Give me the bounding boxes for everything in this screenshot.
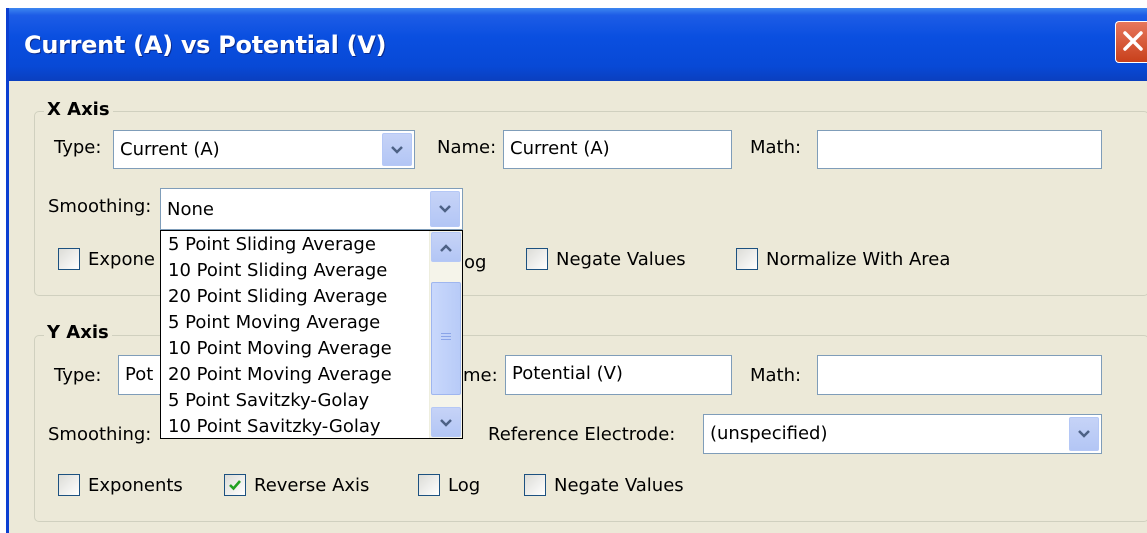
y-negate-label: Negate Values — [554, 475, 684, 496]
smoothing-option[interactable]: 5 Point Savitzky-Golay — [168, 390, 369, 411]
scroll-up-button[interactable] — [431, 232, 461, 262]
y-axis-legend: Y Axis — [44, 322, 112, 343]
smoothing-option[interactable]: 20 Point Sliding Average — [168, 286, 387, 307]
x-smoothing-label: Smoothing: — [48, 196, 152, 217]
close-button[interactable] — [1115, 21, 1147, 63]
smoothing-option[interactable]: 10 Point Sliding Average — [168, 260, 387, 281]
y-math-label: Math: — [750, 365, 802, 386]
x-normalize-checkbox[interactable] — [736, 248, 758, 270]
x-math-field[interactable] — [817, 130, 1102, 169]
y-smoothing-label: Smoothing: — [48, 424, 152, 445]
y-log-checkbox[interactable] — [418, 474, 440, 496]
x-name-field[interactable]: Current (A) — [503, 130, 732, 169]
scrollbar-thumb[interactable] — [431, 282, 461, 395]
x-negate-checkbox[interactable] — [526, 248, 548, 270]
smoothing-option[interactable]: 5 Point Moving Average — [168, 312, 380, 333]
smoothing-option[interactable]: 5 Point Sliding Average — [168, 234, 376, 255]
scroll-down-button[interactable] — [431, 407, 461, 437]
x-name-label: Name: — [437, 137, 497, 158]
y-reverse-checkbox[interactable] — [224, 474, 246, 496]
y-exponents-checkbox[interactable] — [58, 474, 80, 496]
x-smoothing-dropdown-button[interactable] — [430, 191, 460, 227]
y-exponents-label: Exponents — [88, 475, 183, 496]
chevron-down-icon — [1078, 430, 1090, 438]
title-bar[interactable]: Current (A) vs Potential (V) — [9, 8, 1147, 81]
checkmark-icon — [229, 480, 241, 491]
x-type-value: Current (A) — [120, 139, 220, 160]
chevron-down-icon — [391, 145, 403, 154]
close-icon — [1123, 31, 1143, 51]
y-type-label: Type: — [54, 365, 102, 386]
y-name-field[interactable]: Potential (V) — [505, 355, 732, 395]
reference-electrode-value: (unspecified) — [710, 423, 828, 444]
chevron-up-icon — [440, 244, 452, 252]
smoothing-option[interactable]: 20 Point Moving Average — [168, 364, 392, 385]
x-axis-legend: X Axis — [44, 99, 113, 120]
y-log-label: Log — [448, 475, 481, 496]
x-normalize-label: Normalize With Area — [766, 249, 951, 270]
window-title: Current (A) vs Potential (V) — [24, 31, 387, 59]
x-smoothing-select[interactable]: None — [160, 188, 463, 230]
x-type-select[interactable]: Current (A) — [113, 130, 415, 169]
x-exponents-label: Expone — [88, 249, 155, 270]
x-type-label: Type: — [54, 137, 102, 158]
x-smoothing-value: None — [167, 199, 214, 220]
y-name-label: me: — [463, 365, 498, 386]
chevron-down-icon — [440, 419, 452, 427]
y-math-field[interactable] — [817, 355, 1102, 395]
smoothing-dropdown-list[interactable]: 5 Point Sliding Average 10 Point Sliding… — [160, 230, 463, 439]
grip-icon — [441, 333, 451, 343]
y-type-value: Pot — [125, 364, 154, 385]
reference-electrode-select[interactable]: (unspecified) — [703, 414, 1102, 454]
x-negate-label: Negate Values — [556, 249, 686, 270]
reference-electrode-dropdown-button[interactable] — [1069, 417, 1099, 451]
chevron-down-icon — [439, 205, 451, 213]
y-negate-checkbox[interactable] — [524, 474, 546, 496]
x-type-dropdown-button[interactable] — [382, 133, 412, 166]
smoothing-option[interactable]: 10 Point Moving Average — [168, 338, 392, 359]
reference-electrode-label: Reference Electrode: — [488, 424, 676, 445]
x-log-label: og — [464, 252, 487, 273]
x-math-label: Math: — [750, 137, 802, 158]
x-exponents-checkbox[interactable] — [58, 248, 80, 270]
scrollbar[interactable] — [429, 231, 462, 438]
smoothing-option[interactable]: 10 Point Savitzky-Golay — [168, 416, 381, 437]
y-reverse-label: Reverse Axis — [254, 475, 370, 496]
